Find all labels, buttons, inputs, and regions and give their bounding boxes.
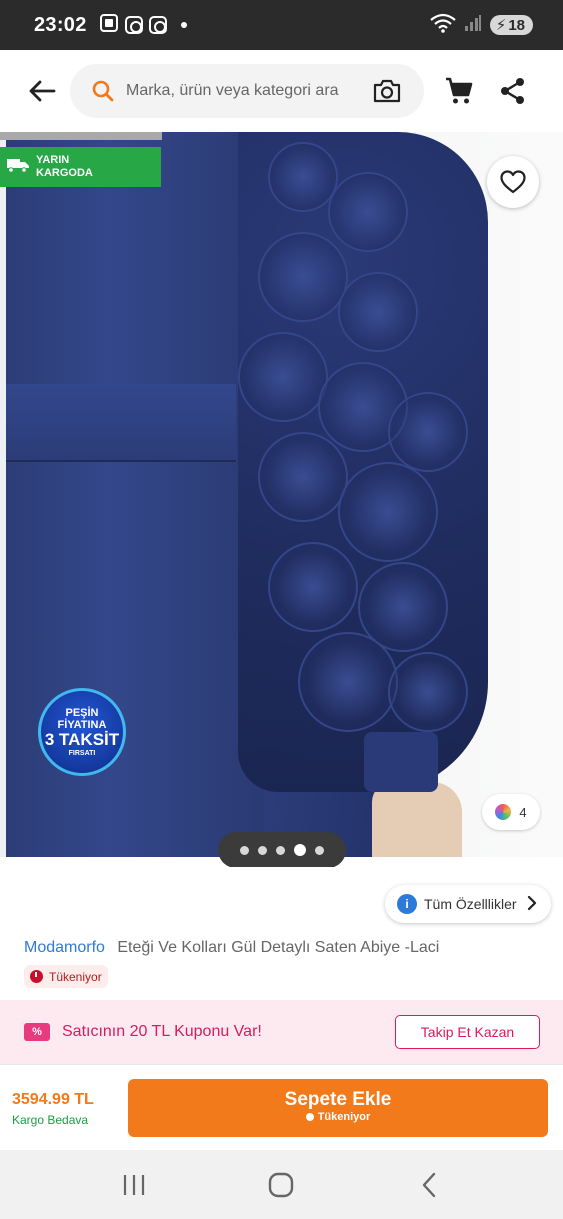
coupon-text: Satıcının 20 TL Kuponu Var! [62, 1023, 262, 1040]
pager-dot-active[interactable] [294, 844, 306, 856]
system-back-button[interactable] [399, 1165, 459, 1205]
status-time: 23:02 [34, 13, 87, 36]
all-specs-button[interactable]: i Tüm Özelllikler [385, 885, 551, 923]
system-nav-bar [0, 1150, 563, 1219]
app-header: Marka, ürün veya kategori ara [0, 50, 563, 132]
battery-indicator: ⚡ 18 [489, 15, 533, 35]
follow-earn-button[interactable]: Takip Et Kazan [395, 1015, 540, 1049]
color-variants-button[interactable]: 4 [482, 794, 540, 830]
all-specs-label: Tüm Özelllikler [424, 896, 517, 912]
status-bar: 23:02 ⚡ 18 [0, 0, 563, 50]
battery-level: 18 [508, 16, 525, 34]
charging-icon: ⚡ [495, 17, 507, 34]
chevron-left-icon [422, 1172, 436, 1197]
add-to-cart-sublabel: Tükeniyor [317, 1111, 371, 1123]
truck-icon [6, 157, 30, 178]
installment-line2: 3 TAKSİT [44, 729, 120, 749]
coupon-banner: % Satıcının 20 TL Kuponu Var! Takip Et K… [0, 1000, 563, 1064]
search-bar[interactable]: Marka, ürün veya kategori ara [70, 64, 424, 118]
notification-icons [99, 13, 187, 38]
cart-icon[interactable] [444, 76, 474, 111]
buy-bar: 3594.99 TL Kargo Bedava Sepete Ekle Tüke… [0, 1064, 563, 1150]
arrow-left-icon [29, 80, 56, 102]
share-icon[interactable] [499, 77, 527, 110]
clock-icon [30, 970, 43, 983]
installment-badge: PEŞİN FİYATINA 3 TAKSİT FIRSATI [38, 688, 126, 776]
search-icon [90, 78, 116, 104]
installment-line3: FIRSATI [68, 749, 96, 757]
recent-apps-button[interactable] [104, 1165, 164, 1205]
pager-dot[interactable] [315, 845, 324, 855]
instagram-icon-2 [148, 16, 167, 34]
wifi-icon [430, 13, 456, 38]
pager-dot[interactable] [240, 845, 249, 855]
color-palette-icon [495, 804, 512, 820]
product-title: Eteği Ve Kolları Gül Detaylı Saten Abiye… [117, 939, 440, 956]
product-title-line: Modamorfo Eteği Ve Kolları Gül Detaylı S… [24, 939, 439, 957]
search-input[interactable]: Marka, ürün veya kategori ara [126, 82, 339, 100]
cargo-badge-line1: YARIN [36, 154, 70, 166]
free-shipping-label: Kargo Bedava [12, 1113, 89, 1127]
info-icon: i [397, 894, 417, 914]
stock-badge-label: Tükeniyor [49, 969, 102, 984]
heart-icon [500, 170, 526, 194]
cargo-badge-line2: KARGODA [36, 167, 93, 179]
clock-icon [305, 1113, 314, 1121]
signal-icon [464, 14, 482, 37]
favorite-button[interactable] [487, 156, 539, 208]
more-notifications-icon [180, 22, 187, 28]
pager-dot[interactable] [276, 845, 285, 855]
cargo-badge: YARIN KARGODA [0, 147, 161, 187]
chevron-right-icon [527, 895, 537, 913]
product-price: 3594.99 TL [12, 1091, 94, 1108]
stock-badge: Tükeniyor [24, 965, 108, 988]
home-icon [269, 1172, 294, 1197]
recent-apps-icon [123, 1174, 144, 1195]
back-button[interactable] [22, 71, 62, 111]
variant-count: 4 [519, 804, 527, 820]
add-to-cart-button[interactable]: Sepete Ekle Tükeniyor [128, 1079, 548, 1137]
home-button[interactable] [251, 1165, 311, 1205]
image-pager[interactable] [218, 832, 346, 867]
product-gallery[interactable]: YARIN KARGODA PEŞİN FİYATINA 3 TAKSİT FI… [0, 132, 563, 867]
brand-link[interactable]: Modamorfo [24, 939, 105, 956]
pager-dot[interactable] [258, 845, 267, 855]
coupon-icon: % [24, 1023, 50, 1041]
screenshot-icon [99, 13, 119, 38]
instagram-icon [124, 16, 143, 34]
camera-search-icon[interactable] [372, 77, 402, 110]
installment-line1: PEŞİN FİYATINA [57, 706, 107, 731]
add-to-cart-label: Sepete Ekle [284, 1089, 392, 1110]
